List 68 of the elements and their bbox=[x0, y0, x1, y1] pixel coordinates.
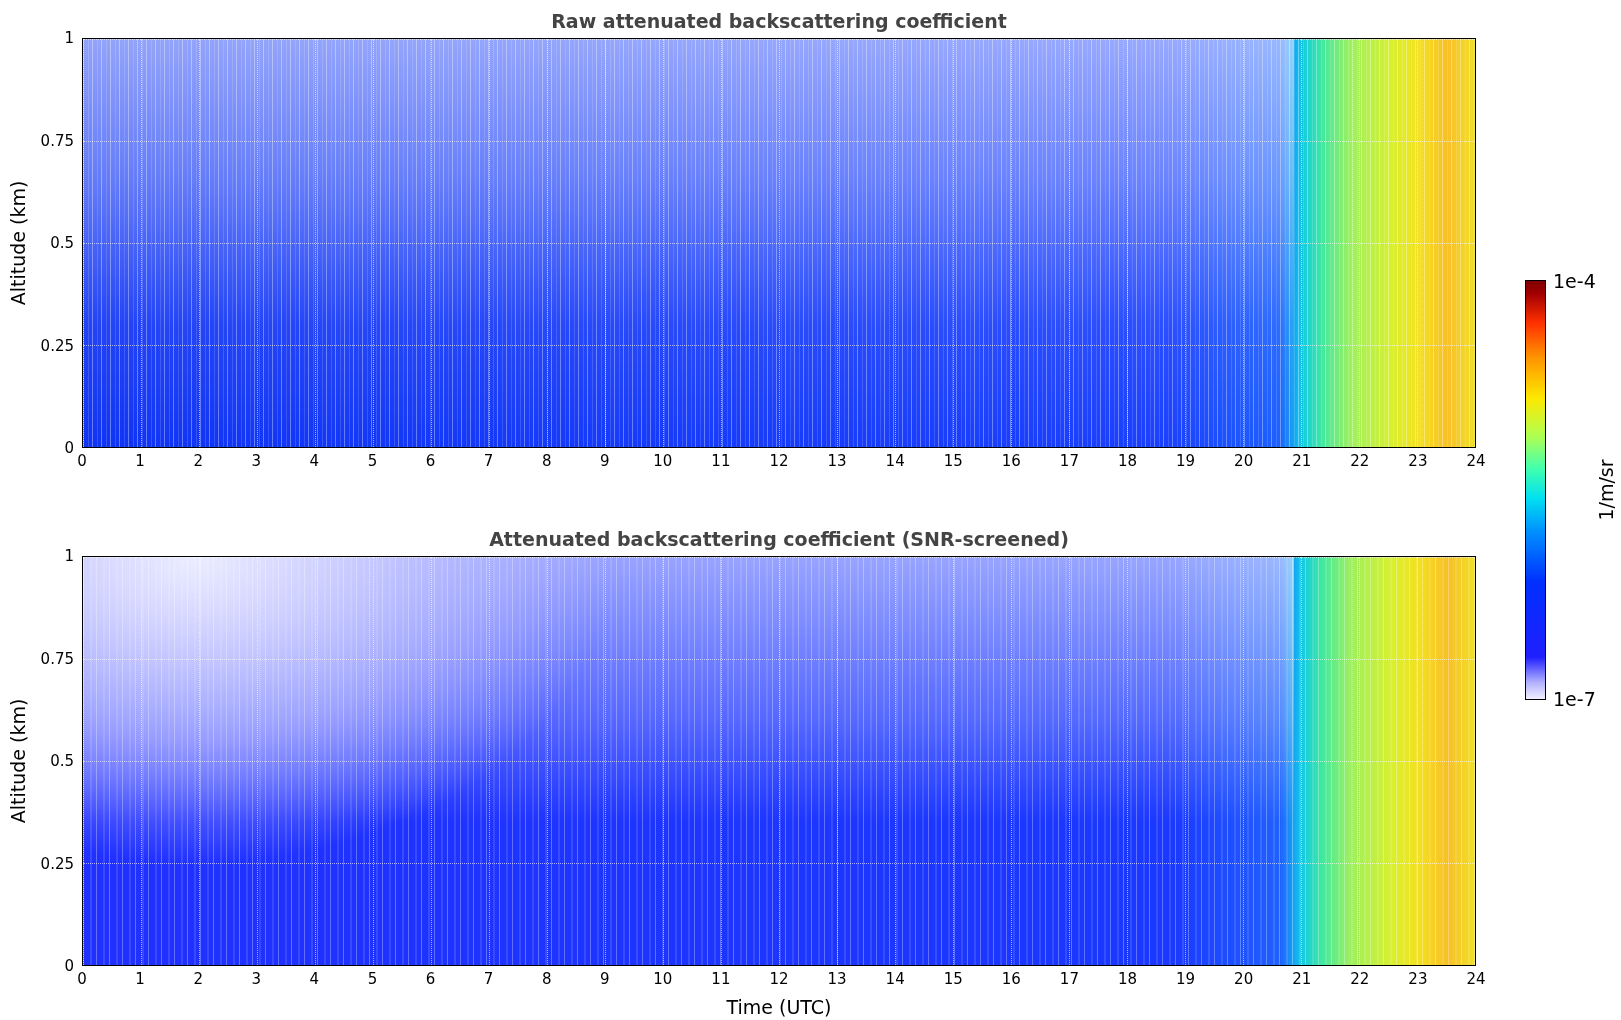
x-tick-label: 7 bbox=[483, 452, 494, 470]
x-tick-label: 0 bbox=[77, 970, 87, 988]
x-tick-label: 21 bbox=[1292, 452, 1312, 470]
chart-title: Attenuated backscattering coefficient (SNR-screened) bbox=[488, 527, 1070, 552]
x-tick-label: 15 bbox=[943, 452, 963, 470]
x-tick-label: 8 bbox=[541, 452, 552, 470]
x-tick-label: 20 bbox=[1234, 452, 1254, 470]
x-tick-label: 23 bbox=[1408, 970, 1428, 988]
y-tick-label: 0.75 bbox=[40, 131, 74, 150]
colorbar-max-label: 1e-4 bbox=[1553, 270, 1596, 292]
x-tick-label: 12 bbox=[769, 452, 789, 470]
x-tick-label: 11 bbox=[711, 452, 731, 470]
x-tick-label: 8 bbox=[541, 970, 552, 988]
x-tick-label: 13 bbox=[827, 452, 847, 470]
x-tick-label: 17 bbox=[1059, 452, 1079, 470]
x-tick-label: 10 bbox=[653, 452, 673, 470]
x-tick-label: 21 bbox=[1292, 970, 1312, 988]
chart-title: Raw attenuated backscattering coefficient bbox=[550, 9, 1008, 34]
x-tick-label: 20 bbox=[1234, 970, 1254, 988]
x-tick-label: 3 bbox=[251, 452, 261, 470]
x-tick-label: 12 bbox=[769, 970, 789, 988]
x-tick-label: 16 bbox=[1001, 970, 1021, 988]
x-axis-label: Time (UTC) bbox=[726, 996, 832, 1018]
x-tick-label: 24 bbox=[1466, 970, 1486, 988]
colorbar-min-label: 1e-7 bbox=[1553, 688, 1596, 710]
x-tick-label: 19 bbox=[1176, 452, 1196, 470]
x-tick-label: 19 bbox=[1176, 970, 1196, 988]
y-tick-label: 1 bbox=[64, 547, 74, 565]
y-axis-label: Altitude (km) bbox=[7, 698, 29, 824]
y-tick-label: 0.5 bbox=[50, 234, 74, 252]
x-tick-label: 3 bbox=[251, 970, 261, 988]
x-tick-label: 22 bbox=[1350, 452, 1370, 470]
x-tick-label: 13 bbox=[827, 970, 847, 988]
x-tick-label: 22 bbox=[1350, 970, 1370, 988]
x-tick-label: 4 bbox=[309, 452, 320, 470]
x-tick-label: 1 bbox=[135, 970, 145, 988]
x-tick-label: 7 bbox=[483, 970, 494, 988]
x-tick-label: 6 bbox=[425, 970, 436, 988]
x-tick-label: 5 bbox=[367, 452, 378, 470]
x-tick-label: 10 bbox=[653, 970, 673, 988]
x-tick-label: 18 bbox=[1117, 452, 1138, 470]
x-tick-label: 9 bbox=[600, 970, 610, 988]
x-tick-label: 17 bbox=[1059, 970, 1079, 988]
y-axis-label: Altitude (km) bbox=[7, 180, 29, 306]
y-tick-label: 0 bbox=[64, 957, 74, 975]
x-tick-label: 2 bbox=[193, 452, 203, 470]
x-tick-label: 9 bbox=[600, 452, 610, 470]
x-tick-label: 18 bbox=[1117, 970, 1138, 988]
x-tick-label: 24 bbox=[1466, 452, 1486, 470]
x-tick-label: 2 bbox=[193, 970, 203, 988]
x-tick-label: 14 bbox=[885, 452, 905, 470]
x-tick-label: 16 bbox=[1001, 452, 1021, 470]
y-tick-label: 0.25 bbox=[40, 336, 74, 355]
x-tick-label: 4 bbox=[309, 970, 320, 988]
x-tick-label: 1 bbox=[135, 452, 145, 470]
y-tick-label: 0.25 bbox=[40, 854, 74, 873]
x-tick-label: 0 bbox=[77, 452, 87, 470]
x-tick-label: 14 bbox=[885, 970, 905, 988]
y-tick-label: 0 bbox=[64, 439, 74, 457]
x-tick-label: 6 bbox=[425, 452, 436, 470]
y-tick-label: 0.5 bbox=[50, 752, 74, 770]
x-tick-label: 5 bbox=[367, 970, 378, 988]
x-tick-label: 15 bbox=[943, 970, 963, 988]
x-tick-label: 23 bbox=[1408, 452, 1428, 470]
colorbar-label: 1/m/sr bbox=[1595, 459, 1617, 521]
x-tick-label: 11 bbox=[711, 970, 731, 988]
y-tick-label: 0.75 bbox=[40, 649, 74, 668]
y-tick-label: 1 bbox=[64, 29, 74, 47]
